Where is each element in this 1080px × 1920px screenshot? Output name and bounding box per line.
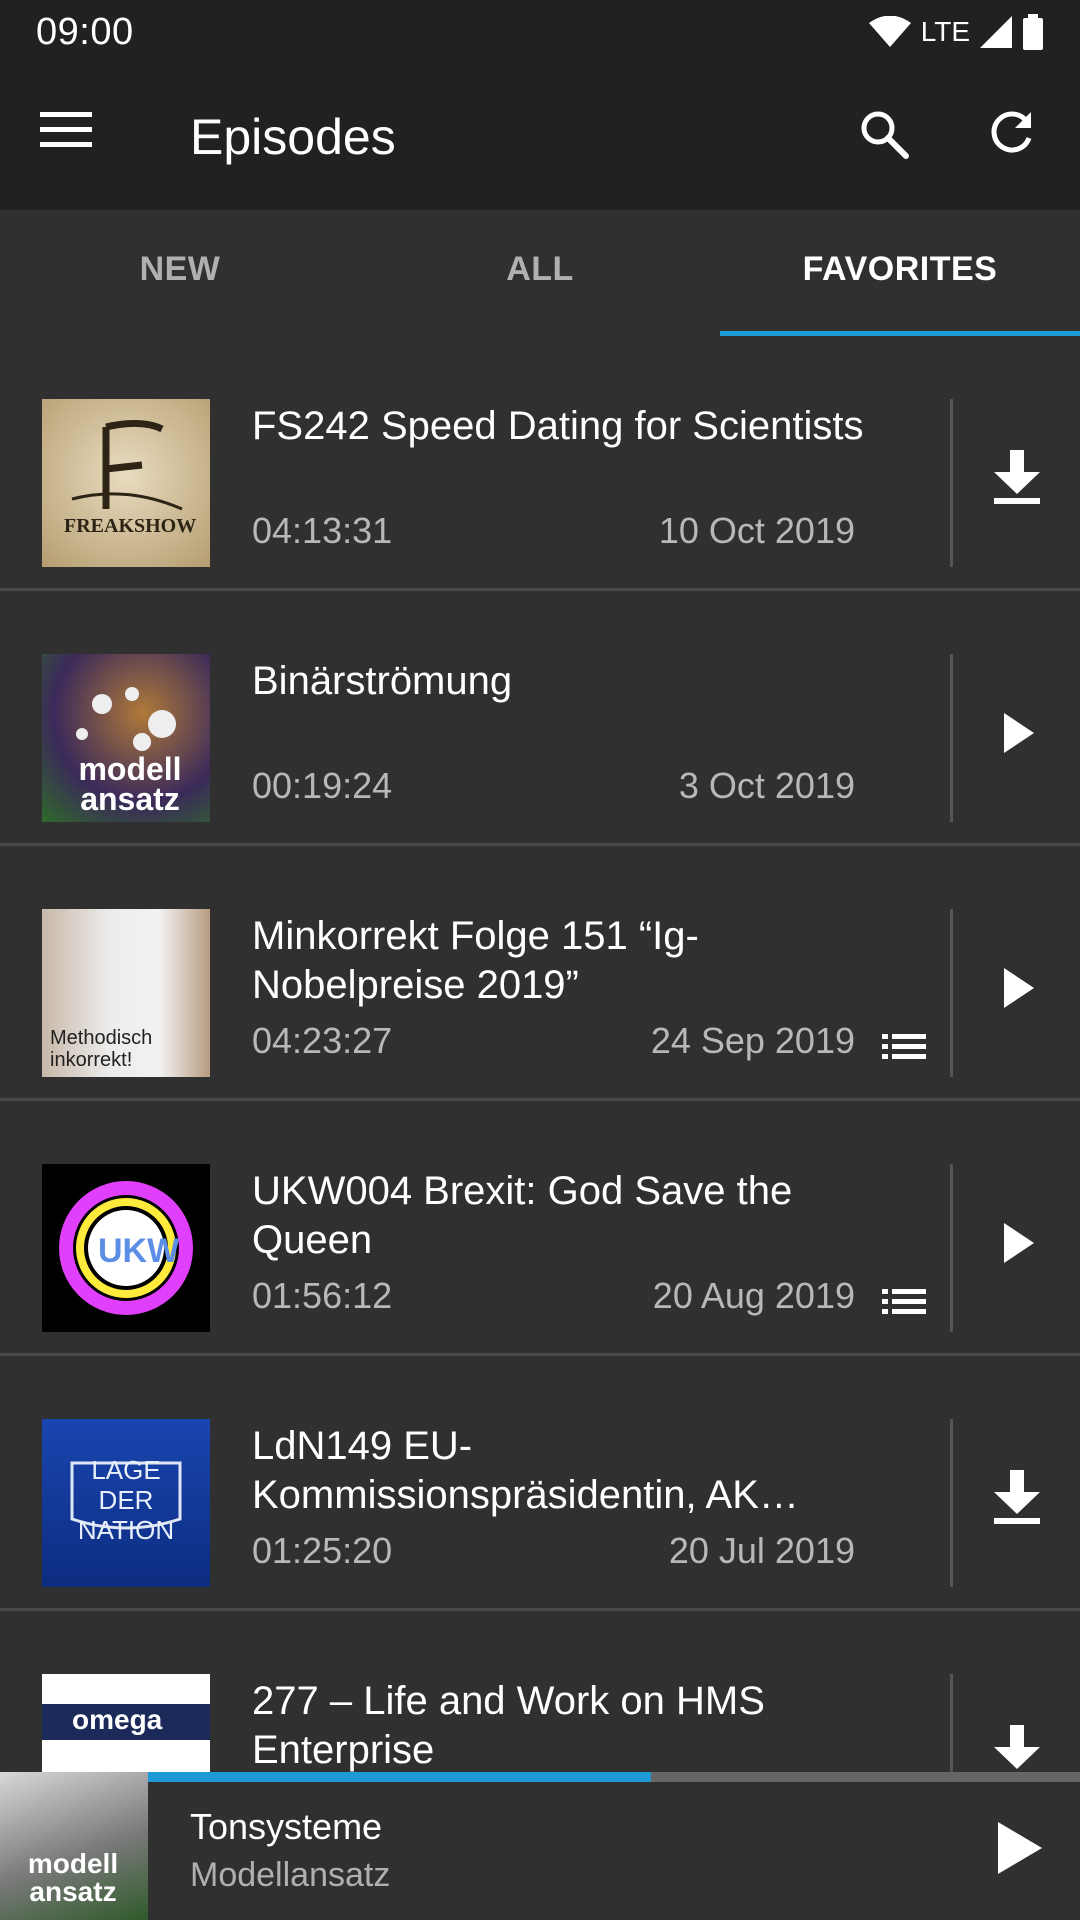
divider: [950, 654, 953, 822]
divider: [950, 1419, 953, 1587]
cell-signal-icon: [980, 16, 1012, 48]
episode-date: 20 Jul 2019: [668, 1530, 855, 1571]
play-button[interactable]: [990, 1215, 1044, 1275]
episode-title: LdN149 EU-Kommissionspräsidentin, AK…: [252, 1424, 799, 1517]
player-play-button[interactable]: [990, 1818, 1046, 1878]
episode-row[interactable]: FREAKSHOW FS242 Speed Dating for Scienti…: [0, 336, 1080, 591]
status-bar: 09:00 LTE: [0, 0, 1080, 64]
artwork-text: omega tau: [72, 1704, 163, 1767]
episode-title: 277 – Life and Work on HMS Enterprise: [252, 1679, 765, 1772]
episode-artwork: modell ansatz: [42, 654, 210, 822]
episode-date: 20 Aug 2019: [652, 1275, 855, 1316]
episode-row[interactable]: UKW UKW004 Brexit: God Save the Queen 01…: [0, 1101, 1080, 1356]
search-icon: [861, 111, 909, 159]
artwork-text: modell ansatz: [27, 1848, 119, 1907]
status-time: 09:00: [36, 10, 134, 53]
battery-icon: [1023, 14, 1043, 50]
page-title: Episodes: [190, 109, 396, 165]
divider: [950, 399, 953, 567]
divider: [950, 909, 953, 1077]
artwork-text: Methodisch inkorrekt!: [50, 1027, 153, 1071]
episode-duration: 04:13:31: [252, 510, 393, 551]
freakshow-logo: [71, 420, 183, 511]
episode-artwork: UKW: [42, 1164, 210, 1332]
episode-duration: 01:25:20: [252, 1530, 393, 1571]
artwork-text: UKW: [98, 1232, 180, 1270]
tab-bar: NEW ALL FAVORITES: [0, 210, 1080, 336]
menu-icon: [40, 112, 92, 147]
mini-player[interactable]: modell ansatz Tonsysteme Modellansatz: [0, 1772, 1080, 1920]
network-type: LTE: [920, 16, 970, 47]
artwork-text: FREAKSHOW: [64, 515, 197, 537]
episode-date: 24 Sep 2019: [650, 1020, 855, 1061]
download-icon: [994, 450, 1040, 504]
episode-duration: 00:19:24: [252, 765, 393, 806]
playback-progress-fill: [148, 1772, 651, 1782]
episode-duration: 04:23:27: [252, 1020, 393, 1061]
tab-favorites[interactable]: FAVORITES: [720, 210, 1080, 336]
episode-date: 10 Oct 2019: [658, 510, 855, 551]
episode-artwork: FREAKSHOW: [42, 399, 210, 567]
chapters-icon: [882, 1034, 926, 1059]
episode-title: FS242 Speed Dating for Scientists: [252, 404, 864, 448]
download-button[interactable]: [990, 450, 1044, 510]
episode-date: 3 Oct 2019: [678, 765, 855, 806]
play-icon: [1004, 1223, 1034, 1263]
artwork-text: LAGE DER NATION: [77, 1455, 175, 1545]
play-icon: [1004, 713, 1034, 753]
episode-title: UKW004 Brexit: God Save the Queen: [252, 1169, 793, 1262]
status-icons: LTE: [868, 14, 1044, 50]
play-button[interactable]: [990, 705, 1044, 765]
refresh-icon: [991, 111, 1032, 153]
player-artwork: modell ansatz: [0, 1772, 148, 1920]
play-button[interactable]: [990, 960, 1044, 1020]
episode-artwork: Methodisch inkorrekt!: [42, 909, 210, 1077]
refresh-button[interactable]: [985, 108, 1045, 168]
episode-list: FREAKSHOW FS242 Speed Dating for Scienti…: [0, 336, 1080, 1866]
tab-new[interactable]: NEW: [0, 210, 360, 336]
episode-title: Minkorrekt Folge 151 “Ig-Nobelpreise 201…: [252, 914, 699, 1007]
menu-button[interactable]: [40, 110, 100, 166]
download-icon: [994, 1470, 1040, 1524]
wifi-icon: [868, 16, 911, 47]
search-button[interactable]: [858, 108, 918, 168]
tab-all[interactable]: ALL: [360, 210, 720, 336]
play-icon: [1004, 968, 1034, 1008]
play-icon: [998, 1822, 1042, 1874]
episode-title: Binärströmung: [252, 659, 513, 703]
player-title: Tonsysteme: [190, 1806, 383, 1847]
episode-artwork: LAGE DER NATION: [42, 1419, 210, 1587]
player-subtitle: Modellansatz: [190, 1856, 391, 1894]
episode-duration: 01:56:12: [252, 1275, 393, 1316]
artwork-text: modell ansatz: [78, 751, 182, 817]
episode-row[interactable]: Methodisch inkorrekt! Minkorrekt Folge 1…: [0, 846, 1080, 1101]
episode-row[interactable]: LAGE DER NATION LdN149 EU-Kommissionsprä…: [0, 1356, 1080, 1611]
app-bar: Episodes: [0, 64, 1080, 210]
download-button[interactable]: [990, 1470, 1044, 1530]
divider: [950, 1164, 953, 1332]
episode-row[interactable]: modell ansatz Binärströmung 00:19:24 3 O…: [0, 591, 1080, 846]
chapters-icon: [882, 1289, 926, 1314]
